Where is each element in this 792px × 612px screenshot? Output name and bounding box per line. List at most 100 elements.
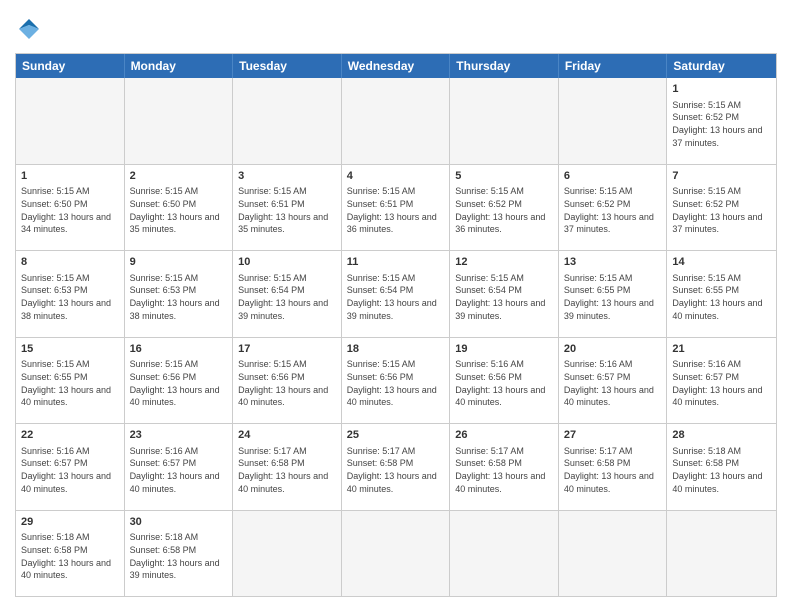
calendar-header: SundayMondayTuesdayWednesdayThursdayFrid… <box>16 54 776 78</box>
empty-cell <box>233 511 342 597</box>
day-info: Sunrise: 5:15 AM Sunset: 6:52 PM Dayligh… <box>455 185 553 235</box>
day-cell-29: 29 Sunrise: 5:18 AM Sunset: 6:58 PM Dayl… <box>16 511 125 597</box>
day-number: 10 <box>238 255 336 270</box>
day-cell-8: 8 Sunrise: 5:15 AM Sunset: 6:53 PM Dayli… <box>16 251 125 337</box>
day-info: Sunrise: 5:15 AM Sunset: 6:55 PM Dayligh… <box>672 272 771 322</box>
day-number: 9 <box>130 255 228 270</box>
day-number: 4 <box>347 169 445 184</box>
day-info: Sunrise: 5:15 AM Sunset: 6:51 PM Dayligh… <box>347 185 445 235</box>
day-cell-9: 9 Sunrise: 5:15 AM Sunset: 6:53 PM Dayli… <box>125 251 234 337</box>
day-info: Sunrise: 5:15 AM Sunset: 6:56 PM Dayligh… <box>130 358 228 408</box>
day-cell-23: 23 Sunrise: 5:16 AM Sunset: 6:57 PM Dayl… <box>125 424 234 510</box>
day-cell-24: 24 Sunrise: 5:17 AM Sunset: 6:58 PM Dayl… <box>233 424 342 510</box>
day-cell-19: 19 Sunrise: 5:16 AM Sunset: 6:56 PM Dayl… <box>450 338 559 424</box>
day-number: 8 <box>21 255 119 270</box>
page: SundayMondayTuesdayWednesdayThursdayFrid… <box>0 0 792 612</box>
day-info: Sunrise: 5:15 AM Sunset: 6:54 PM Dayligh… <box>347 272 445 322</box>
day-number: 16 <box>130 342 228 357</box>
day-cell-6: 6 Sunrise: 5:15 AM Sunset: 6:52 PM Dayli… <box>559 165 668 251</box>
day-info: Sunrise: 5:15 AM Sunset: 6:52 PM Dayligh… <box>564 185 662 235</box>
empty-cell <box>342 511 451 597</box>
day-info: Sunrise: 5:15 AM Sunset: 6:53 PM Dayligh… <box>130 272 228 322</box>
day-number: 6 <box>564 169 662 184</box>
day-cell-7: 7 Sunrise: 5:15 AM Sunset: 6:52 PM Dayli… <box>667 165 776 251</box>
day-info: Sunrise: 5:18 AM Sunset: 6:58 PM Dayligh… <box>130 531 228 581</box>
calendar-week-6: 29 Sunrise: 5:18 AM Sunset: 6:58 PM Dayl… <box>16 510 776 597</box>
day-cell-22: 22 Sunrise: 5:16 AM Sunset: 6:57 PM Dayl… <box>16 424 125 510</box>
day-info: Sunrise: 5:15 AM Sunset: 6:50 PM Dayligh… <box>21 185 119 235</box>
day-cell-21: 21 Sunrise: 5:16 AM Sunset: 6:57 PM Dayl… <box>667 338 776 424</box>
day-info: Sunrise: 5:17 AM Sunset: 6:58 PM Dayligh… <box>347 445 445 495</box>
day-number: 29 <box>21 515 119 530</box>
day-info: Sunrise: 5:16 AM Sunset: 6:57 PM Dayligh… <box>130 445 228 495</box>
day-info: Sunrise: 5:15 AM Sunset: 6:50 PM Dayligh… <box>130 185 228 235</box>
day-info: Sunrise: 5:15 AM Sunset: 6:55 PM Dayligh… <box>564 272 662 322</box>
day-number: 12 <box>455 255 553 270</box>
day-number: 1 <box>672 82 771 97</box>
day-number: 17 <box>238 342 336 357</box>
day-number: 22 <box>21 428 119 443</box>
day-cell-15: 15 Sunrise: 5:15 AM Sunset: 6:55 PM Dayl… <box>16 338 125 424</box>
day-cell-5: 5 Sunrise: 5:15 AM Sunset: 6:52 PM Dayli… <box>450 165 559 251</box>
empty-cell <box>16 78 125 164</box>
day-number: 28 <box>672 428 771 443</box>
day-number: 19 <box>455 342 553 357</box>
day-info: Sunrise: 5:17 AM Sunset: 6:58 PM Dayligh… <box>564 445 662 495</box>
calendar-week-3: 8 Sunrise: 5:15 AM Sunset: 6:53 PM Dayli… <box>16 250 776 337</box>
empty-cell <box>667 511 776 597</box>
day-info: Sunrise: 5:15 AM Sunset: 6:51 PM Dayligh… <box>238 185 336 235</box>
day-cell-4: 4 Sunrise: 5:15 AM Sunset: 6:51 PM Dayli… <box>342 165 451 251</box>
calendar-body: 1 Sunrise: 5:15 AM Sunset: 6:52 PM Dayli… <box>16 78 776 596</box>
header-cell-friday: Friday <box>559 54 668 78</box>
day-info: Sunrise: 5:15 AM Sunset: 6:55 PM Dayligh… <box>21 358 119 408</box>
day-info: Sunrise: 5:15 AM Sunset: 6:52 PM Dayligh… <box>672 99 771 149</box>
day-info: Sunrise: 5:16 AM Sunset: 6:57 PM Dayligh… <box>672 358 771 408</box>
day-number: 30 <box>130 515 228 530</box>
logo <box>15 15 47 43</box>
day-info: Sunrise: 5:15 AM Sunset: 6:52 PM Dayligh… <box>672 185 771 235</box>
day-info: Sunrise: 5:17 AM Sunset: 6:58 PM Dayligh… <box>238 445 336 495</box>
day-cell-28: 28 Sunrise: 5:18 AM Sunset: 6:58 PM Dayl… <box>667 424 776 510</box>
day-cell-16: 16 Sunrise: 5:15 AM Sunset: 6:56 PM Dayl… <box>125 338 234 424</box>
day-number: 21 <box>672 342 771 357</box>
day-info: Sunrise: 5:16 AM Sunset: 6:57 PM Dayligh… <box>21 445 119 495</box>
day-number: 15 <box>21 342 119 357</box>
day-info: Sunrise: 5:15 AM Sunset: 6:56 PM Dayligh… <box>238 358 336 408</box>
day-cell-1: 1 Sunrise: 5:15 AM Sunset: 6:52 PM Dayli… <box>667 78 776 164</box>
empty-cell <box>559 511 668 597</box>
header <box>15 15 777 43</box>
day-number: 7 <box>672 169 771 184</box>
day-info: Sunrise: 5:15 AM Sunset: 6:56 PM Dayligh… <box>347 358 445 408</box>
header-cell-sunday: Sunday <box>16 54 125 78</box>
day-info: Sunrise: 5:18 AM Sunset: 6:58 PM Dayligh… <box>21 531 119 581</box>
header-cell-thursday: Thursday <box>450 54 559 78</box>
day-cell-20: 20 Sunrise: 5:16 AM Sunset: 6:57 PM Dayl… <box>559 338 668 424</box>
day-number: 23 <box>130 428 228 443</box>
calendar-week-1: 1 Sunrise: 5:15 AM Sunset: 6:52 PM Dayli… <box>16 78 776 164</box>
day-cell-12: 12 Sunrise: 5:15 AM Sunset: 6:54 PM Dayl… <box>450 251 559 337</box>
day-info: Sunrise: 5:17 AM Sunset: 6:58 PM Dayligh… <box>455 445 553 495</box>
day-cell-2: 2 Sunrise: 5:15 AM Sunset: 6:50 PM Dayli… <box>125 165 234 251</box>
day-info: Sunrise: 5:16 AM Sunset: 6:56 PM Dayligh… <box>455 358 553 408</box>
day-number: 14 <box>672 255 771 270</box>
day-number: 11 <box>347 255 445 270</box>
calendar-week-2: 1 Sunrise: 5:15 AM Sunset: 6:50 PM Dayli… <box>16 164 776 251</box>
day-number: 18 <box>347 342 445 357</box>
day-cell-27: 27 Sunrise: 5:17 AM Sunset: 6:58 PM Dayl… <box>559 424 668 510</box>
day-number: 1 <box>21 169 119 184</box>
day-cell-17: 17 Sunrise: 5:15 AM Sunset: 6:56 PM Dayl… <box>233 338 342 424</box>
day-cell-14: 14 Sunrise: 5:15 AM Sunset: 6:55 PM Dayl… <box>667 251 776 337</box>
day-info: Sunrise: 5:16 AM Sunset: 6:57 PM Dayligh… <box>564 358 662 408</box>
day-number: 13 <box>564 255 662 270</box>
day-cell-30: 30 Sunrise: 5:18 AM Sunset: 6:58 PM Dayl… <box>125 511 234 597</box>
day-number: 2 <box>130 169 228 184</box>
day-cell-3: 3 Sunrise: 5:15 AM Sunset: 6:51 PM Dayli… <box>233 165 342 251</box>
day-cell-11: 11 Sunrise: 5:15 AM Sunset: 6:54 PM Dayl… <box>342 251 451 337</box>
empty-cell <box>342 78 451 164</box>
calendar: SundayMondayTuesdayWednesdayThursdayFrid… <box>15 53 777 597</box>
day-number: 24 <box>238 428 336 443</box>
header-cell-tuesday: Tuesday <box>233 54 342 78</box>
day-cell-13: 13 Sunrise: 5:15 AM Sunset: 6:55 PM Dayl… <box>559 251 668 337</box>
calendar-week-5: 22 Sunrise: 5:16 AM Sunset: 6:57 PM Dayl… <box>16 423 776 510</box>
empty-cell <box>450 78 559 164</box>
